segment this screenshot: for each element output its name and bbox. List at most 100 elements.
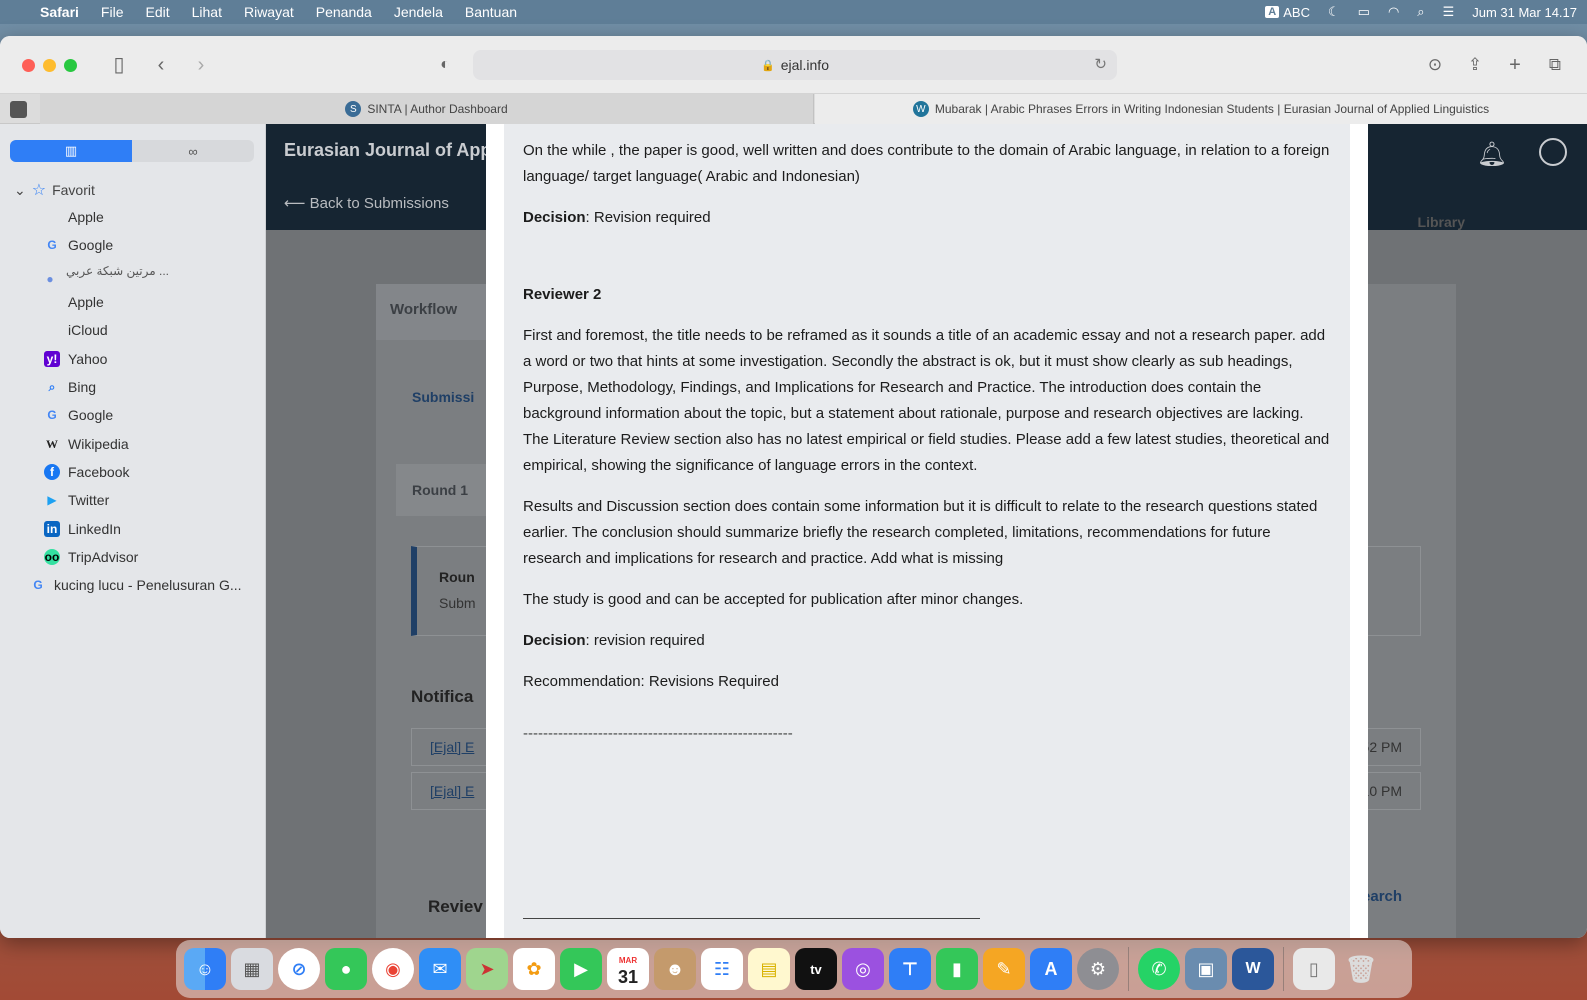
privacy-shield-icon[interactable]: ◐ [430, 50, 460, 80]
bookmark-facebook[interactable]: f Facebook [44, 464, 129, 480]
messages-icon[interactable]: ● [325, 948, 367, 990]
pinned-tab-icon[interactable] [10, 101, 27, 118]
podcasts-icon[interactable]: ◎ [842, 948, 884, 990]
favorites-header[interactable]: ⌄ ☆ Favorit [14, 180, 95, 200]
journal-brand[interactable]: Eurasian Journal of App [284, 140, 491, 161]
sidebar-toggle-icon[interactable]: ▯ [104, 50, 134, 80]
menu-file[interactable]: File [101, 4, 124, 20]
linkedin-icon: in [44, 521, 60, 537]
bookmark-google[interactable]: G Google [44, 237, 113, 253]
maps-icon[interactable]: ➤ [466, 948, 508, 990]
keynote-icon[interactable]: ⊤ [889, 948, 931, 990]
tab-bar: S SINTA | Author Dashboard W Mubarak | A… [0, 94, 1587, 124]
share-icon[interactable]: ⇪ [1460, 50, 1490, 80]
safari-icon[interactable]: ⊘ [278, 948, 320, 990]
bookmark-wikipedia[interactable]: W Wikipedia [44, 436, 129, 452]
numbers-icon[interactable]: ▮ [936, 948, 978, 990]
whatsapp-icon[interactable]: ✆ [1138, 948, 1180, 990]
photos-icon[interactable]: ✿ [513, 948, 555, 990]
sinta-favicon: S [345, 101, 362, 117]
app-store-icon[interactable]: A [1030, 948, 1072, 990]
input-source[interactable]: A ABC [1265, 5, 1310, 20]
calendar-icon[interactable]: MAR 31 [607, 948, 649, 990]
launchpad-icon[interactable]: ▦ [231, 948, 273, 990]
reviewers-heading: Reviev [428, 897, 483, 916]
bookmark-arabic-site[interactable]: ● مرتين شبكة عربي ... [42, 255, 169, 287]
tab-round-1[interactable]: Round 1 [396, 464, 486, 516]
bookmark-twitter[interactable]: ▶ Twitter [44, 492, 109, 508]
review-paragraph: Results and Discussion section does cont… [523, 498, 1318, 567]
preview-icon[interactable]: ▣ [1185, 948, 1227, 990]
address-bar[interactable]: 🔒 ejal.info ↻ [473, 50, 1117, 80]
tab-overview-icon[interactable]: ⧉ [1540, 50, 1570, 80]
close-window-button[interactable] [22, 59, 35, 72]
bookmark-tripadvisor[interactable]: oo TripAdvisor [44, 549, 138, 565]
review-content[interactable]: On the while , the paper is good, well w… [504, 124, 1350, 938]
minimize-window-button[interactable] [43, 59, 56, 72]
apple-icon [44, 322, 60, 338]
decision-value: : revision required [585, 632, 705, 649]
search-icon[interactable]: ⌕ [1417, 4, 1424, 20]
bookmark-linkedin[interactable]: in LinkedIn [44, 521, 121, 537]
wifi-icon[interactable]: ◠ [1388, 4, 1399, 20]
trash-icon[interactable]: 🗑︎ [1340, 948, 1382, 990]
user-avatar-icon[interactable] [1539, 138, 1567, 166]
facetime-icon[interactable]: ▶ [560, 948, 602, 990]
tab-sinta[interactable]: S SINTA | Author Dashboard [40, 94, 814, 124]
bookmark-google-2[interactable]: G Google [44, 407, 113, 423]
tab-workflow[interactable]: Workflow [376, 284, 486, 340]
mail-icon[interactable]: ✉ [419, 948, 461, 990]
new-tab-icon[interactable]: + [1500, 50, 1530, 80]
system-settings-icon[interactable]: ⚙ [1077, 948, 1119, 990]
notification-link[interactable]: [Ejal] E [430, 739, 474, 755]
bookmark-yahoo[interactable]: y! Yahoo [44, 351, 107, 367]
menu-edit[interactable]: Edit [145, 4, 169, 20]
download-icon[interactable]: ⊙ [1420, 50, 1450, 80]
control-center-icon[interactable]: ☰ [1443, 4, 1455, 20]
battery-icon[interactable]: ▭ [1358, 4, 1370, 20]
reminders-icon[interactable]: ☷ [701, 948, 743, 990]
back-icon[interactable]: ‹ [146, 50, 176, 80]
reading-list-tab-icon[interactable]: ∞ [132, 140, 254, 162]
word-icon[interactable]: W [1232, 948, 1274, 990]
menu-history[interactable]: Riwayat [244, 4, 294, 20]
forward-icon[interactable]: › [186, 50, 216, 80]
recommendation-line: Recommendation: Revisions Required [523, 673, 779, 690]
contacts-icon[interactable]: ☻ [654, 948, 696, 990]
menu-bookmarks[interactable]: Penanda [316, 4, 372, 20]
menu-bar: Safari File Edit Lihat Riwayat Penanda J… [0, 0, 1587, 24]
bookmark-apple[interactable]: Apple [44, 209, 104, 225]
bookmark-bing[interactable]: ⌕ Bing [44, 379, 96, 395]
notification-link[interactable]: [Ejal] E [430, 783, 474, 799]
chrome-icon[interactable]: ◉ [372, 948, 414, 990]
wikipedia-icon: W [46, 436, 58, 451]
notifications-heading: Notifica [411, 687, 474, 706]
bookmarks-tab-icon[interactable]: ▥ [10, 140, 132, 162]
reload-icon[interactable]: ↻ [1094, 55, 1107, 73]
globe-icon: ● [46, 272, 54, 286]
notes-icon[interactable]: ▤ [748, 948, 790, 990]
zoom-window-button[interactable] [64, 59, 77, 72]
tab-submission[interactable]: Submissi [412, 389, 474, 405]
back-to-submissions-link[interactable]: ⟵ Back to Submissions [284, 194, 449, 212]
library-button[interactable]: Library [1418, 214, 1465, 230]
bell-icon[interactable]: 🔔︎ [1477, 140, 1507, 169]
apple-tv-icon[interactable]: tv [795, 948, 837, 990]
bookmark-kucing-lucu[interactable]: Gkucing lucu - Penelusuran G... [30, 577, 241, 593]
menu-window[interactable]: Jendela [394, 4, 443, 20]
bookmark-apple-2[interactable]: Apple [44, 294, 104, 310]
pages-icon[interactable]: ✎ [983, 948, 1025, 990]
menu-help[interactable]: Bantuan [465, 4, 517, 20]
google-icon: G [47, 238, 57, 252]
tab-ejal[interactable]: W Mubarak | Arabic Phrases Errors in Wri… [815, 94, 1587, 124]
finder-icon[interactable]: ☺ [184, 948, 226, 990]
menu-safari[interactable]: Safari [40, 4, 79, 20]
toolbar: ▯ ‹ › ◐ 🔒 ejal.info ↻ ⊙ ⇪ + ⧉ [0, 36, 1587, 94]
clock[interactable]: Jum 31 Mar 14.17 [1472, 5, 1577, 20]
moon-icon[interactable]: ☾ [1328, 4, 1340, 20]
bookmark-icloud[interactable]: iCloud [44, 322, 108, 338]
decision-label: Decision [523, 209, 586, 226]
menu-view[interactable]: Lihat [192, 4, 222, 20]
document-icon[interactable]: ▯ [1293, 948, 1335, 990]
